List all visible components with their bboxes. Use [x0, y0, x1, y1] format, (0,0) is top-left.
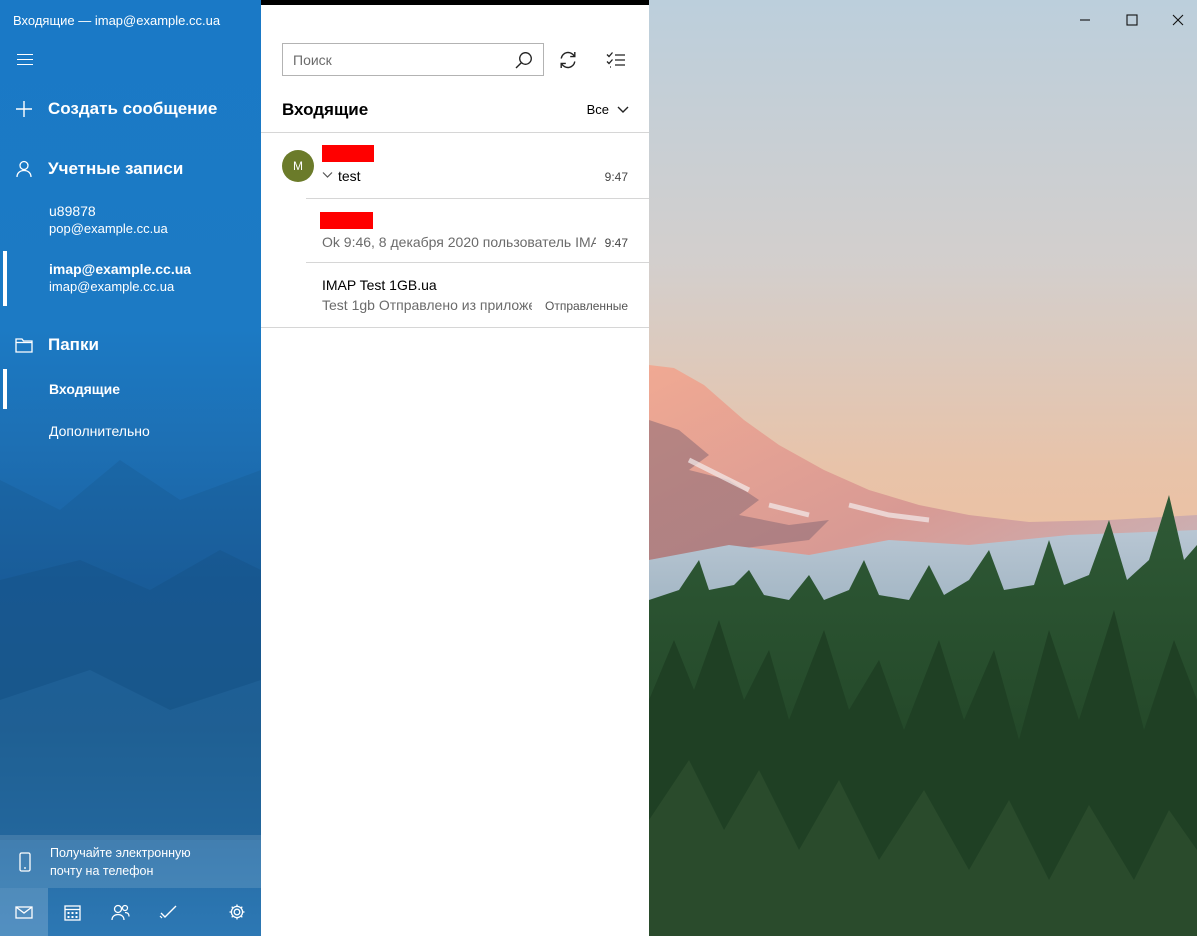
calendar-icon — [63, 904, 81, 921]
avatar: M — [282, 150, 314, 182]
plus-icon — [0, 100, 48, 118]
people-button[interactable] — [96, 888, 144, 936]
folder-item-inbox[interactable]: Входящие — [49, 381, 120, 397]
message-folder-tag: Отправленные — [544, 299, 628, 313]
close-icon — [1172, 14, 1184, 26]
todo-icon — [159, 905, 177, 919]
message-preview: Test 1gb Отправлено из приложения — [322, 297, 532, 313]
account-name: u89878 — [49, 203, 96, 219]
message-sender: IMAP Test 1GB.ua — [322, 277, 437, 293]
app-switcher-bar — [0, 888, 261, 936]
folder-selection-indicator — [3, 369, 7, 409]
settings-icon — [229, 904, 245, 920]
minimize-button[interactable] — [1073, 8, 1097, 32]
people-icon — [110, 904, 130, 920]
message-time: 9:47 — [604, 170, 628, 184]
compose-label: Создать сообщение — [48, 99, 218, 118]
message-item[interactable]: M test 9:47 — [261, 134, 649, 198]
folders-header[interactable]: Папки — [0, 332, 261, 358]
message-preview: Ok 9:46, 8 декабря 2020 пользователь IMA… — [322, 234, 596, 250]
mail-button[interactable] — [0, 888, 48, 936]
selection-mode-button[interactable] — [604, 48, 628, 72]
message-item[interactable]: IMAP Test 1GB.ua Test 1gb Отправлено из … — [261, 263, 649, 327]
hamburger-menu-button[interactable] — [14, 50, 38, 70]
account-email: imap@example.cc.ua — [49, 279, 175, 294]
search-input[interactable] — [293, 44, 503, 75]
search-box — [282, 43, 544, 76]
window-title: Входящие — imap@example.cc.ua — [13, 13, 221, 28]
folder-title: Входящие — [282, 100, 369, 119]
mail-icon — [15, 905, 33, 919]
filter-label: Все — [586, 102, 609, 117]
search-icon[interactable] — [515, 51, 533, 74]
maximize-icon — [1126, 14, 1138, 26]
get-mail-on-phone-banner[interactable]: Получайте электронную почту на телефон — [0, 835, 261, 888]
accounts-label: Учетные записи — [48, 159, 184, 178]
promo-line-2: почту на телефон — [50, 863, 154, 878]
minimize-icon — [1080, 19, 1090, 21]
account-item-pop[interactable]: u89878 pop@example.cc.ua — [0, 203, 261, 236]
folder-icon — [0, 337, 48, 353]
person-icon — [0, 160, 48, 178]
mountain-landscape-image — [649, 0, 1197, 936]
filter-dropdown[interactable]: Все — [587, 102, 629, 117]
checklist-icon — [606, 52, 625, 68]
message-subject: test — [338, 168, 361, 184]
navigation-pane: Входящие — imap@example.cc.ua Создать со… — [0, 0, 261, 936]
message-item[interactable]: Ok 9:46, 8 декабря 2020 пользователь IMA… — [261, 199, 649, 263]
chevron-down-icon — [617, 106, 629, 113]
message-time: 9:47 — [604, 236, 628, 250]
bottom-bar-spacer — [192, 888, 213, 936]
sync-icon — [560, 51, 576, 69]
folders-label: Папки — [48, 335, 99, 354]
sync-button[interactable] — [556, 48, 580, 72]
accounts-header[interactable]: Учетные записи — [0, 156, 261, 182]
settings-button[interactable] — [213, 888, 261, 936]
phone-icon — [0, 851, 50, 872]
redacted-sender — [320, 212, 373, 229]
account-name: imap@example.cc.ua — [49, 261, 192, 277]
chevron-down-icon[interactable] — [322, 171, 333, 179]
account-item-imap[interactable]: imap@example.cc.ua imap@example.cc.ua — [0, 261, 261, 294]
account-email: pop@example.cc.ua — [49, 221, 168, 236]
message-list-pane: Входящие Все M test 9:47 Ok 9:46, 8 дека… — [261, 5, 649, 936]
folder-item-more[interactable]: Дополнительно — [49, 423, 150, 439]
compose-button[interactable]: Создать сообщение — [0, 96, 261, 122]
list-end-divider — [261, 327, 649, 328]
sidebar-background-image — [0, 460, 261, 840]
close-button[interactable] — [1166, 8, 1190, 32]
header-divider — [261, 132, 649, 133]
maximize-button[interactable] — [1120, 8, 1144, 32]
promo-line-1: Получайте электронную — [50, 845, 191, 860]
reading-pane-background — [649, 0, 1197, 936]
todo-button[interactable] — [144, 888, 192, 936]
calendar-button[interactable] — [48, 888, 96, 936]
redacted-sender — [322, 145, 374, 162]
